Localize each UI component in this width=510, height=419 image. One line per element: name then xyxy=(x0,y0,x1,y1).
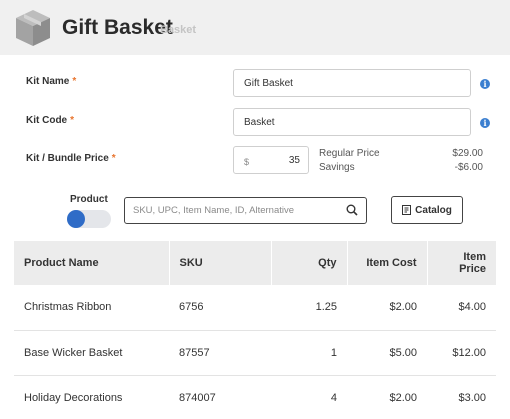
column-header-product-name[interactable]: Product Name xyxy=(14,241,169,285)
product-toggle[interactable] xyxy=(67,210,111,228)
required-mark: * xyxy=(70,115,75,126)
savings-value: -$6.00 xyxy=(454,162,483,173)
cell-item-price: $12.00 xyxy=(427,330,496,376)
bundle-price-label: Kit / Bundle Price * xyxy=(26,153,116,164)
required-mark: * xyxy=(111,153,116,164)
required-mark: * xyxy=(72,76,77,87)
cell-product-name: Base Wicker Basket xyxy=(14,330,169,376)
cell-product-name: Holiday Decorations xyxy=(14,375,169,419)
cell-qty: 4 xyxy=(271,375,347,419)
page-title: Gift Basket xyxy=(62,16,173,39)
catalog-button[interactable]: Catalog xyxy=(391,196,463,224)
column-header-qty[interactable]: Qty xyxy=(270,241,347,285)
kit-code-field[interactable]: Basket xyxy=(233,108,471,136)
table-row[interactable]: Holiday Decorations 874007 4 $2.00 $3.00 xyxy=(14,375,496,419)
bundle-price-value: 35 xyxy=(288,155,300,166)
cell-sku: 6756 xyxy=(169,285,271,331)
table-row[interactable]: Base Wicker Basket 87557 1 $5.00 $12.00 xyxy=(14,330,496,376)
kit-name-label: Kit Name * xyxy=(26,76,77,87)
search-icon[interactable] xyxy=(346,204,358,216)
column-header-sku[interactable]: SKU xyxy=(168,241,271,285)
cell-item-cost: $5.00 xyxy=(347,330,427,376)
kit-items-table: Product Name SKU Qty Item Cost Item Pric… xyxy=(14,241,496,419)
column-header-item-cost[interactable]: Item Cost xyxy=(346,241,427,285)
cell-sku: 874007 xyxy=(169,375,271,419)
page-header: Gift Basket Basket xyxy=(0,0,510,55)
kit-code-info-icon[interactable]: i xyxy=(480,118,490,128)
currency-symbol: $ xyxy=(244,157,250,167)
cell-item-cost: $2.00 xyxy=(347,375,427,419)
column-header-item-price[interactable]: Item Price xyxy=(426,241,496,285)
page-subtitle: Basket xyxy=(160,24,197,36)
kit-name-info-icon[interactable]: i xyxy=(480,79,490,89)
product-search-box[interactable] xyxy=(124,197,367,224)
catalog-icon xyxy=(402,205,412,215)
kit-code-label: Kit Code * xyxy=(26,115,75,126)
cell-qty: 1 xyxy=(271,330,347,376)
cell-qty: 1.25 xyxy=(271,285,347,331)
cell-item-cost: $2.00 xyxy=(347,285,427,331)
savings-label: Savings xyxy=(319,162,355,173)
cell-item-price: $3.00 xyxy=(427,375,496,419)
table-row[interactable]: Christmas Ribbon 6756 1.25 $2.00 $4.00 xyxy=(14,285,496,331)
table-header-row: Product Name SKU Qty Item Cost Item Pric… xyxy=(14,241,496,285)
regular-price-value: $29.00 xyxy=(452,148,483,159)
cell-product-name: Christmas Ribbon xyxy=(14,285,169,331)
kit-name-field[interactable]: Gift Basket xyxy=(233,69,471,97)
box-icon xyxy=(16,10,50,46)
product-toggle-label: Product xyxy=(70,194,108,205)
search-input[interactable] xyxy=(133,201,343,219)
toggle-knob xyxy=(67,210,85,228)
regular-price-label: Regular Price xyxy=(319,148,380,159)
cell-item-price: $4.00 xyxy=(427,285,496,331)
cell-sku: 87557 xyxy=(169,330,271,376)
